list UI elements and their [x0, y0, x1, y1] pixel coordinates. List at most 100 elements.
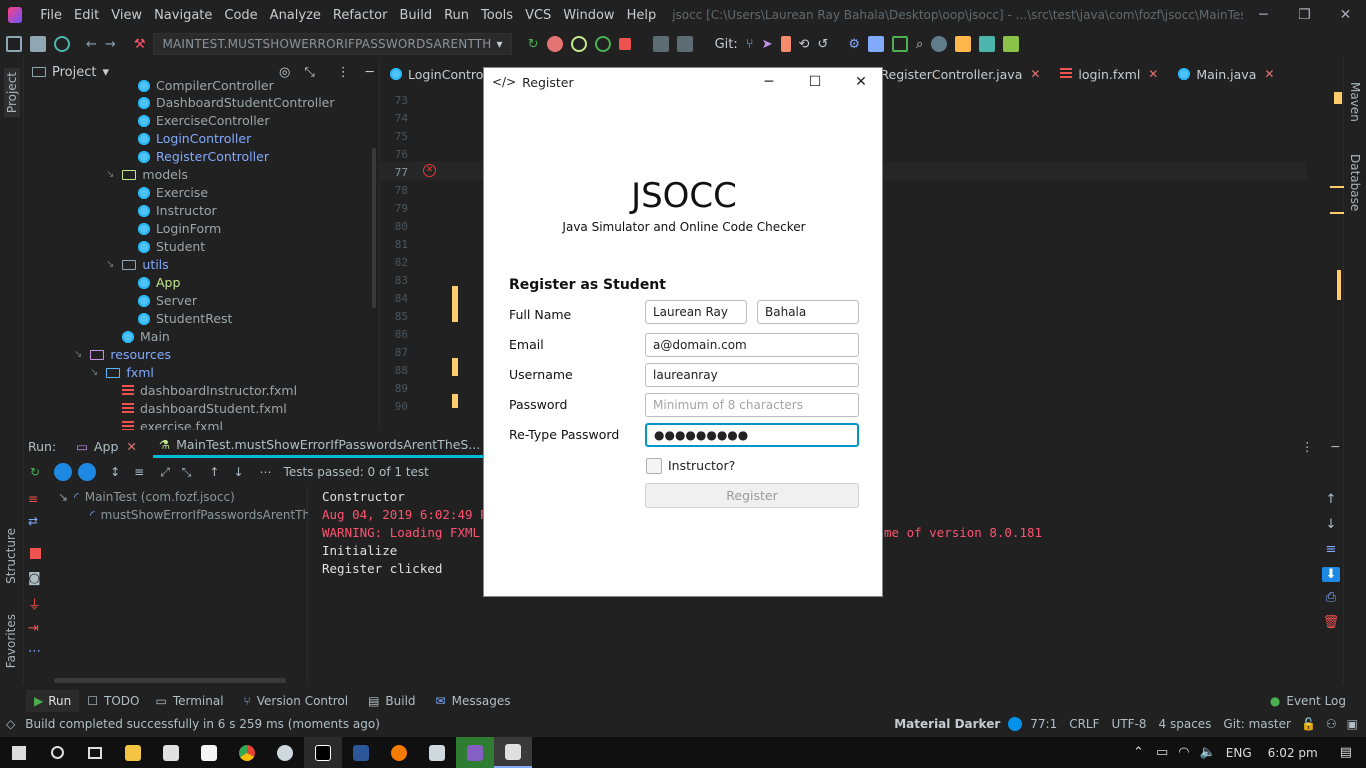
sort-alpha-icon[interactable]: ↕ — [110, 465, 120, 479]
notifications-icon[interactable]: ▤ — [1340, 745, 1352, 760]
git-update-icon[interactable]: ⑂ — [746, 37, 754, 52]
tool-window-database[interactable]: Database — [1348, 154, 1362, 211]
first-name-field[interactable] — [645, 300, 747, 324]
tool-window-favorites[interactable]: Favorites — [4, 614, 18, 668]
tool-window-project[interactable]: Project — [4, 68, 20, 118]
collapse-all-icon[interactable]: ⤡ — [182, 465, 192, 480]
menu-view[interactable]: View — [105, 8, 148, 23]
locate-icon[interactable]: ◎ — [279, 65, 290, 80]
menu-window[interactable]: Window — [557, 8, 620, 23]
menu-edit[interactable]: Edit — [68, 8, 105, 23]
more-icon[interactable]: ⋯ — [260, 465, 272, 479]
git-compare-icon[interactable] — [780, 36, 791, 52]
expand-arrow-icon[interactable]: ↘ — [106, 256, 114, 274]
caret-position[interactable]: 77:1 — [1030, 717, 1057, 731]
tree-item[interactable]: Student — [138, 238, 205, 256]
git-branch[interactable]: Git: master — [1223, 717, 1291, 731]
run-tab-app[interactable]: ▭ App ✕ — [76, 439, 137, 454]
status-message[interactable]: Build completed successfully in 6 s 259 … — [25, 717, 380, 731]
project-structure-icon[interactable] — [867, 36, 884, 52]
settings-remote-icon[interactable] — [676, 36, 693, 52]
scroll-to-end-icon[interactable]: ⬇ — [1322, 567, 1340, 582]
tool-tab-run[interactable]: ▶ Run — [26, 690, 80, 712]
steam-app[interactable] — [266, 737, 304, 768]
tree-folder[interactable]: ↘ models — [106, 166, 188, 184]
blender-app[interactable] — [380, 737, 418, 768]
menu-navigate[interactable]: Navigate — [148, 8, 218, 23]
warning-marker[interactable] — [1334, 92, 1342, 104]
next-test-icon[interactable]: ↓ — [233, 465, 243, 479]
tool-tab-todo[interactable]: ☐ TODO — [87, 694, 139, 708]
close-tab-icon[interactable]: ✕ — [1148, 67, 1158, 81]
last-name-field[interactable] — [757, 300, 859, 324]
stop-icon[interactable] — [30, 548, 41, 559]
menu-build[interactable]: Build — [393, 8, 438, 23]
hide-panel-icon[interactable]: ─ — [366, 65, 374, 80]
device-icon[interactable] — [652, 36, 669, 52]
open-folder-icon[interactable] — [6, 36, 22, 52]
file-encoding[interactable]: UTF-8 — [1112, 717, 1147, 731]
menu-vcs[interactable]: VCS — [519, 8, 557, 23]
dialog-minimize-button[interactable]: ─ — [746, 68, 792, 96]
more-icon[interactable]: ⋯ — [28, 644, 41, 659]
explorer-app[interactable] — [114, 737, 152, 768]
collapse-icon[interactable]: ⤡ — [304, 65, 314, 80]
tool-tab-build[interactable]: ▤ Build — [368, 694, 415, 708]
plugin-a-icon[interactable] — [955, 36, 972, 52]
expand-all-icon[interactable]: ⤢ — [160, 465, 170, 480]
sort-duration-icon[interactable]: ≡ — [134, 465, 144, 479]
git-push-icon[interactable]: ➤ — [762, 37, 773, 52]
search-icon[interactable]: ⌕ — [916, 37, 923, 52]
exit-icon[interactable]: ⇥ — [28, 621, 41, 636]
tree-item[interactable]: StudentRest — [138, 310, 232, 328]
history-icon[interactable]: ⟲ — [799, 37, 810, 52]
back-icon[interactable]: ← — [86, 37, 97, 52]
tab-registercontroller[interactable]: RegisterController.java ✕ — [870, 58, 1050, 90]
tree-item[interactable]: LoginController — [138, 130, 251, 148]
close-button[interactable]: ✕ — [1325, 0, 1366, 30]
tree-folder[interactable]: ↘ utils — [106, 256, 169, 274]
revert-icon[interactable]: ↺ — [817, 37, 828, 52]
clock[interactable]: 6:02 pm — [1268, 746, 1318, 760]
close-tab-icon[interactable]: ✕ — [126, 439, 136, 454]
tab-main-java[interactable]: Main.java ✕ — [1168, 58, 1284, 90]
breakpoint-error-icon[interactable]: ✕ — [423, 164, 436, 177]
project-scrollbar[interactable] — [372, 148, 376, 308]
tree-item[interactable]: Main — [122, 328, 170, 346]
menu-refactor[interactable]: Refactor — [327, 8, 394, 23]
dialog-titlebar[interactable]: </> Register ─ ☐ ✕ — [484, 68, 882, 96]
tree-folder[interactable]: ↘ fxml — [90, 364, 154, 382]
trash-icon[interactable]: 🗑 — [1322, 615, 1340, 630]
tool-window-maven[interactable]: Maven — [1348, 82, 1362, 122]
expand-arrow-icon[interactable]: ↘ — [106, 166, 114, 184]
tool-tab-terminal[interactable]: ▭ Terminal — [155, 694, 223, 708]
build-hammer-icon[interactable]: ⚒ — [134, 37, 146, 52]
memory-icon[interactable]: ▣ — [1347, 717, 1358, 731]
instructor-checkbox[interactable] — [646, 458, 662, 474]
coverage-icon[interactable] — [570, 36, 587, 52]
status-icon[interactable]: ◇ — [6, 717, 15, 731]
username-field[interactable] — [645, 363, 859, 387]
restore-button[interactable]: ❐ — [1284, 0, 1325, 30]
tree-item[interactable]: exercise.fxml — [122, 418, 223, 430]
task-view-button[interactable] — [76, 737, 114, 768]
battery-icon[interactable]: ▭ — [1156, 745, 1168, 760]
menu-analyze[interactable]: Analyze — [264, 8, 327, 23]
rerun-icon[interactable]: ↻ — [30, 465, 40, 479]
start-button[interactable] — [0, 737, 38, 768]
sync-icon[interactable] — [54, 36, 70, 52]
tree-item[interactable]: Exercise — [138, 184, 208, 202]
register-button[interactable]: Register — [645, 483, 859, 508]
more-options-icon[interactable]: ⋮ — [1301, 439, 1314, 454]
tool-tab-version-control[interactable]: ⑂ Version Control — [244, 694, 349, 708]
test-tree-case[interactable]: ◜mustShowErrorIfPasswordsArentTheSa — [90, 508, 308, 522]
expand-arrow-icon[interactable]: ↘ — [74, 346, 82, 364]
gear-icon[interactable]: ⚙ — [848, 37, 860, 52]
camera-icon[interactable]: ◙ — [28, 571, 41, 586]
inspector-icon[interactable]: ⚇ — [1326, 717, 1337, 731]
theme-accent-icon[interactable] — [1008, 717, 1023, 731]
rerun-icon[interactable]: ↻ — [528, 37, 539, 52]
collapse-arrow-icon[interactable]: ↘ — [58, 490, 68, 504]
forward-icon[interactable]: → — [105, 37, 116, 52]
tool-window-structure[interactable]: Structure — [4, 528, 18, 584]
